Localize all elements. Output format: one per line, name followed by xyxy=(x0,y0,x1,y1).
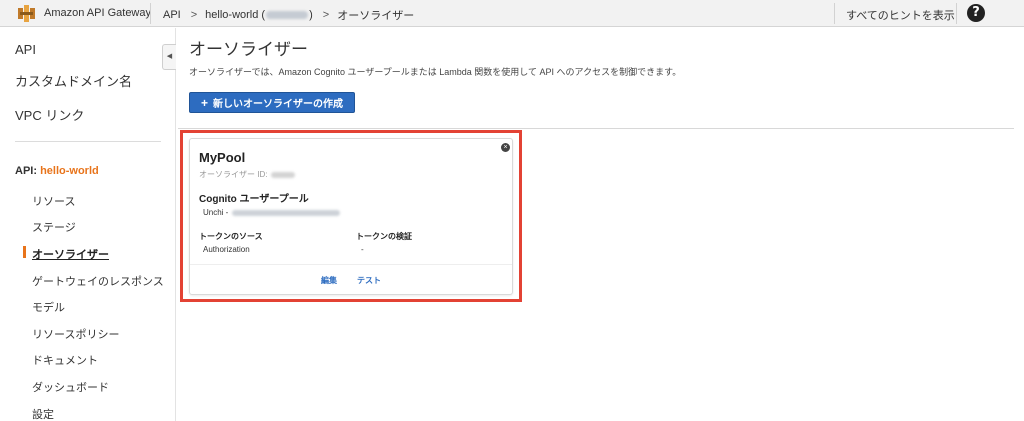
sidebar-item-api[interactable]: API xyxy=(15,42,36,57)
api-name[interactable]: hello-world xyxy=(40,165,99,177)
create-authorizer-button[interactable]: + 新しいオーソライザーの作成 xyxy=(189,92,355,113)
token-validation-label: トークンの検証 xyxy=(356,232,412,241)
divider xyxy=(150,3,151,24)
user-pool-label: Cognito ユーザープール xyxy=(199,194,309,205)
api-gateway-logo-icon[interactable] xyxy=(18,5,35,22)
page-description: オーソライザーでは、Amazon Cognito ユーザープールまたは Lamb… xyxy=(189,67,682,77)
user-pool-value: Unchi - xyxy=(203,208,341,217)
sidebar-item-stages[interactable]: ステージ xyxy=(32,219,76,235)
create-authorizer-label: 新しいオーソライザーの作成 xyxy=(213,99,343,110)
sidebar-item-models[interactable]: モデル xyxy=(32,299,65,315)
content-divider xyxy=(178,128,1014,129)
edit-link[interactable]: 編集 xyxy=(321,275,337,286)
authorizer-name: MyPool xyxy=(199,150,246,165)
sidebar-item-vpc-links[interactable]: VPC リンク xyxy=(15,105,84,124)
top-bar: Amazon API Gateway API > hello-world ( )… xyxy=(0,0,1024,27)
sidebar: API カスタムドメイン名 VPC リンク API: hello-world リ… xyxy=(0,28,176,421)
redacted-api-id xyxy=(266,11,309,19)
breadcrumb-separator-icon: > xyxy=(190,9,198,21)
page-title: オーソライザー xyxy=(189,40,308,59)
api-prefix: API: xyxy=(15,165,41,177)
breadcrumb-authorizers: オーソライザー xyxy=(337,10,415,22)
sidebar-api-heading: API: hello-world xyxy=(15,165,99,177)
authorizer-id-label: オーソライザー ID: xyxy=(199,170,268,179)
breadcrumb-hello-world[interactable]: hello-world ( xyxy=(205,9,265,21)
breadcrumb-api[interactable]: API xyxy=(163,9,181,21)
sidebar-item-documentation[interactable]: ドキュメント xyxy=(32,352,98,368)
breadcrumb: API > hello-world ( ) > オーソライザー xyxy=(163,7,414,23)
sidebar-item-dashboard[interactable]: ダッシュボード xyxy=(32,379,109,395)
breadcrumb-separator-icon: > xyxy=(322,9,330,21)
redacted-authorizer-id xyxy=(270,171,295,178)
breadcrumb-close-paren: ) xyxy=(309,9,313,21)
sidebar-divider xyxy=(15,141,161,142)
token-source-value: Authorization xyxy=(203,245,250,254)
sidebar-item-custom-domains[interactable]: カスタムドメイン名 xyxy=(15,71,132,90)
collapse-sidebar-icon[interactable]: ◀ xyxy=(162,44,176,70)
delete-authorizer-icon[interactable]: × xyxy=(501,143,510,152)
authorizer-id: オーソライザー ID: xyxy=(199,169,296,180)
plus-icon: + xyxy=(200,95,208,110)
token-source-label: トークンのソース xyxy=(199,232,263,241)
sidebar-item-gateway-responses[interactable]: ゲートウェイのレスポンス xyxy=(32,273,164,289)
authorizer-card: × MyPool オーソライザー ID: Cognito ユーザープール Unc… xyxy=(189,138,513,295)
divider xyxy=(834,3,835,24)
token-validation-value: - xyxy=(361,245,364,254)
redacted-user-pool-id xyxy=(231,209,340,216)
user-pool-name: Unchi - xyxy=(203,208,231,217)
service-title[interactable]: Amazon API Gateway xyxy=(44,7,151,19)
sidebar-item-resource-policy[interactable]: リソースポリシー xyxy=(32,326,119,342)
sidebar-item-authorizers[interactable]: オーソライザー xyxy=(32,246,109,262)
sidebar-item-settings[interactable]: 設定 xyxy=(32,406,54,421)
show-all-hints-link[interactable]: すべてのヒントを表示 xyxy=(846,7,955,23)
card-footer-divider xyxy=(190,264,512,265)
sidebar-item-resources[interactable]: リソース xyxy=(32,193,75,209)
divider xyxy=(956,3,957,24)
active-indicator xyxy=(23,246,26,258)
help-icon[interactable]: ? xyxy=(967,4,985,22)
test-link[interactable]: テスト xyxy=(357,275,381,286)
